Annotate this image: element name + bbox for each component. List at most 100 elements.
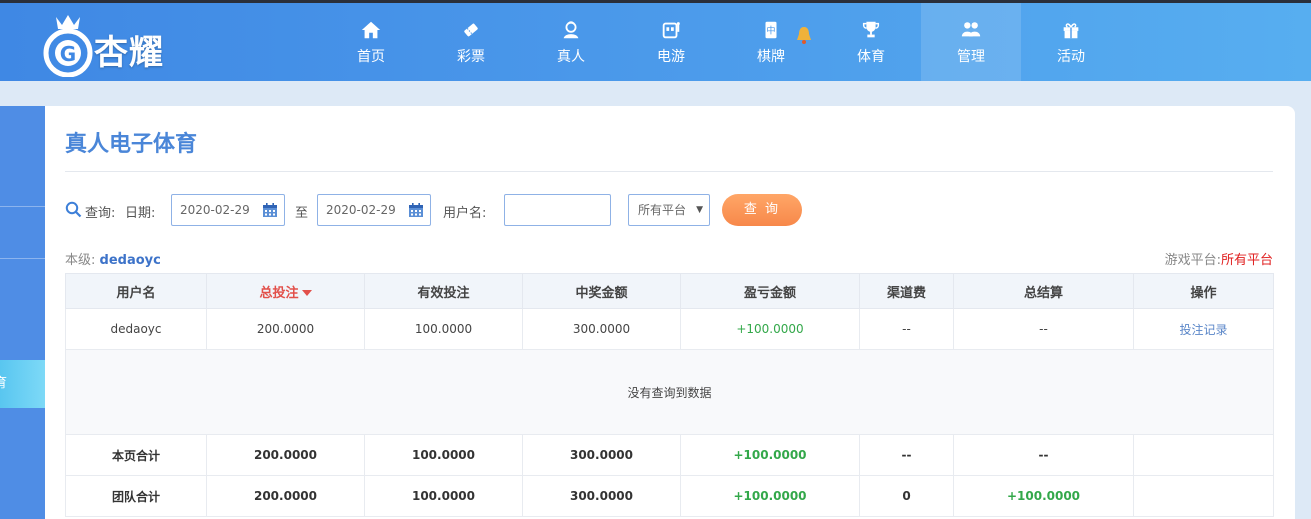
empty-row: 没有查询到数据	[65, 349, 1274, 435]
username-input[interactable]	[504, 194, 611, 226]
start-date-input[interactable]: 2020-02-29	[171, 194, 285, 226]
end-date-value: 2020-02-29	[326, 203, 396, 217]
date-label: 日期:	[125, 206, 156, 221]
query-button[interactable]: 查 询	[722, 194, 802, 226]
nav-item-promo[interactable]: 活动	[1021, 3, 1121, 81]
cell-win-amount: 300.0000	[522, 308, 681, 350]
lottery-ticket-icon	[464, 23, 478, 36]
sidebar-divider	[0, 206, 45, 207]
page-total-row: 本页合计 200.0000 100.0000 300.0000 +100.000…	[65, 434, 1274, 476]
team-total-settle: +100.0000	[953, 475, 1134, 517]
title-divider	[65, 171, 1273, 172]
svg-text:G: G	[60, 42, 76, 66]
empty-message: 没有查询到数据	[65, 349, 1274, 435]
report-table: 用户名 总投注 有效投注 中奖金额 盈亏金额 渠道费 总结算 操作 dedaoy…	[65, 273, 1274, 517]
sidebar-item-label: 育	[0, 376, 8, 391]
platform-value: 所有平台	[1220, 253, 1273, 268]
table-header-row: 用户名 总投注 有效投注 中奖金额 盈亏金额 渠道费 总结算 操作	[65, 273, 1274, 309]
dropdown-arrow-icon: ▼	[696, 205, 703, 215]
cell-profit: +100.0000	[680, 308, 860, 350]
query-label: 查询:	[85, 206, 116, 221]
nav-label: 棋牌	[757, 48, 785, 65]
col-username[interactable]: 用户名	[65, 273, 207, 309]
cell-channel-fee: --	[859, 308, 954, 350]
nav-item-manage[interactable]: 管理	[921, 3, 1021, 81]
content-card: 真人电子体育 查询: 日期: 2020-02-29 至 2020-02-29 用…	[45, 106, 1295, 519]
nav-label: 真人	[557, 48, 585, 65]
trophy-icon	[862, 21, 880, 37]
sidebar-item-active[interactable]: 育	[0, 360, 45, 408]
cell-action: 投注记录	[1133, 308, 1274, 350]
cell-total-settle: --	[953, 308, 1134, 350]
col-action: 操作	[1133, 273, 1274, 309]
col-total-bet[interactable]: 总投注	[206, 273, 365, 309]
col-total-settle[interactable]: 总结算	[953, 273, 1134, 309]
current-level: 本级: dedaoyc	[65, 249, 161, 268]
nav-item-live[interactable]: 真人	[521, 3, 621, 81]
gift-icon	[1063, 22, 1079, 38]
search-icon	[65, 201, 82, 218]
mahjong-tile-icon: 中	[765, 21, 777, 38]
calendar-icon[interactable]	[262, 202, 278, 218]
platform-label: 游戏平台:	[1164, 253, 1221, 268]
date-range-to: 至	[295, 206, 309, 221]
team-total-fee: 0	[859, 475, 954, 517]
username-label: 用户名:	[443, 206, 487, 221]
team-total-win: 300.0000	[522, 475, 681, 517]
team-total-action	[1133, 475, 1274, 517]
cell-username: dedaoyc	[65, 308, 207, 350]
start-date-value: 2020-02-29	[180, 203, 250, 217]
level-user[interactable]: dedaoyc	[100, 253, 161, 268]
logo-crest-icon: G	[43, 15, 93, 78]
page-total-win: 300.0000	[522, 434, 681, 476]
bet-record-link[interactable]: 投注记录	[1179, 323, 1227, 337]
main-nav: 首页 彩票 真人 电游 中 棋牌 体育 管理 活动	[321, 3, 1121, 81]
bell-icon	[797, 27, 811, 44]
team-total-profit: +100.0000	[680, 475, 860, 517]
team-total-bet: 200.0000	[206, 475, 365, 517]
end-date-input[interactable]: 2020-02-29	[317, 194, 431, 226]
nav-label: 电游	[657, 48, 685, 65]
col-win-amount[interactable]: 中奖金额	[522, 273, 681, 309]
svg-text:中: 中	[766, 24, 775, 36]
query-bar: 查询: 日期: 2020-02-29 至 2020-02-29 用户名: 所有平…	[65, 194, 1273, 226]
level-label: 本级:	[65, 253, 96, 268]
nav-label: 体育	[857, 48, 885, 65]
live-dealer-icon	[563, 20, 579, 38]
nav-item-lottery[interactable]: 彩票	[421, 3, 521, 81]
cell-valid-bet: 100.0000	[364, 308, 523, 350]
nav-label: 管理	[957, 48, 985, 65]
logo-text: 杏耀	[94, 33, 164, 73]
page-total-profit: +100.0000	[680, 434, 860, 476]
table-row: dedaoyc 200.0000 100.0000 300.0000 +100.…	[65, 308, 1274, 350]
users-icon	[961, 21, 981, 36]
top-header: G 杏耀 首页 彩票 真人 电游 中 棋牌 体育 管理 活动	[0, 3, 1311, 81]
nav-label: 首页	[357, 48, 385, 65]
col-profit[interactable]: 盈亏金额	[680, 273, 860, 309]
nav-item-sports[interactable]: 体育	[821, 3, 921, 81]
home-icon	[361, 21, 381, 38]
page-total-valid-bet: 100.0000	[364, 434, 523, 476]
nav-label: 活动	[1057, 48, 1085, 65]
calendar-icon[interactable]	[408, 202, 424, 218]
sidebar-divider	[0, 258, 45, 259]
page-total-label: 本页合计	[65, 434, 207, 476]
page-total-fee: --	[859, 434, 954, 476]
platform-select-value: 所有平台	[638, 203, 687, 217]
page-total-action	[1133, 434, 1274, 476]
slot-machine-icon	[662, 21, 680, 38]
platform-select[interactable]: 所有平台 ▼	[628, 194, 710, 226]
nav-item-egame[interactable]: 电游	[621, 3, 721, 81]
team-total-label: 团队合计	[65, 475, 207, 517]
col-total-bet-label: 总投注	[259, 285, 299, 301]
page-total-bet: 200.0000	[206, 434, 365, 476]
col-channel-fee[interactable]: 渠道费	[859, 273, 954, 309]
page-title: 真人电子体育	[65, 132, 198, 157]
team-total-row: 团队合计 200.0000 100.0000 300.0000 +100.000…	[65, 475, 1274, 517]
col-valid-bet[interactable]: 有效投注	[364, 273, 523, 309]
page-total-settle: --	[953, 434, 1134, 476]
game-platform: 游戏平台:所有平台	[1165, 249, 1273, 268]
sort-desc-icon	[301, 289, 312, 296]
brand-logo[interactable]: G 杏耀	[42, 11, 192, 78]
nav-item-home[interactable]: 首页	[321, 3, 421, 81]
